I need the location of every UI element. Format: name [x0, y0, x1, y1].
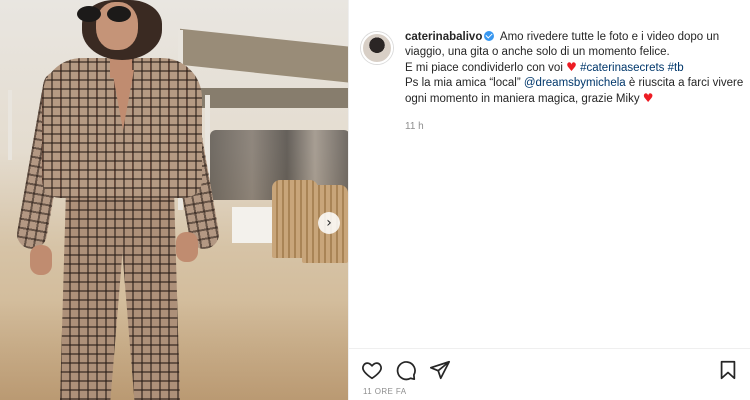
hashtag-links[interactable]: #caterinasecrets #tb [580, 62, 684, 74]
canopy-pole [8, 90, 12, 160]
caption-text: caterinabalivo Amo rivedere tutte le fot… [405, 30, 746, 134]
verified-badge-icon [484, 31, 495, 41]
canopy-shade [180, 28, 348, 84]
action-bar: 11 ORE FA [349, 348, 750, 400]
caption-line-2: E mi piace condividerlo con voi [405, 62, 563, 74]
woman-hand-left [30, 245, 52, 275]
red-heart-emoji: ♥ [642, 91, 654, 105]
post-photo[interactable]: › [0, 0, 348, 400]
red-heart-emoji: ♥ [566, 60, 577, 74]
username-link[interactable]: caterinabalivo [405, 31, 482, 43]
caption-row: caterinabalivo Amo rivedere tutte le fot… [361, 30, 746, 134]
canopy-shade-back [200, 88, 348, 108]
action-buttons [361, 359, 451, 381]
paper-plane-icon[interactable] [429, 359, 451, 381]
carousel-next-button[interactable]: › [318, 212, 340, 234]
bookmark-icon[interactable] [717, 359, 739, 381]
post-side-panel: caterinabalivo Amo rivedere tutte le fot… [348, 0, 750, 400]
chevron-right-icon: › [326, 215, 332, 231]
woman-hand-right [176, 232, 198, 262]
mention-link[interactable]: @dreamsbymichela [524, 77, 626, 89]
avatar[interactable] [361, 32, 393, 64]
caption-line-3-pre: Ps la mia amica “local” [405, 77, 524, 89]
heart-outline-icon[interactable] [361, 359, 383, 381]
sunglasses [77, 6, 135, 22]
caption-age[interactable]: 11 h [405, 119, 746, 134]
post-timestamp[interactable]: 11 ORE FA [363, 387, 406, 396]
comment-bubble-icon[interactable] [395, 359, 417, 381]
